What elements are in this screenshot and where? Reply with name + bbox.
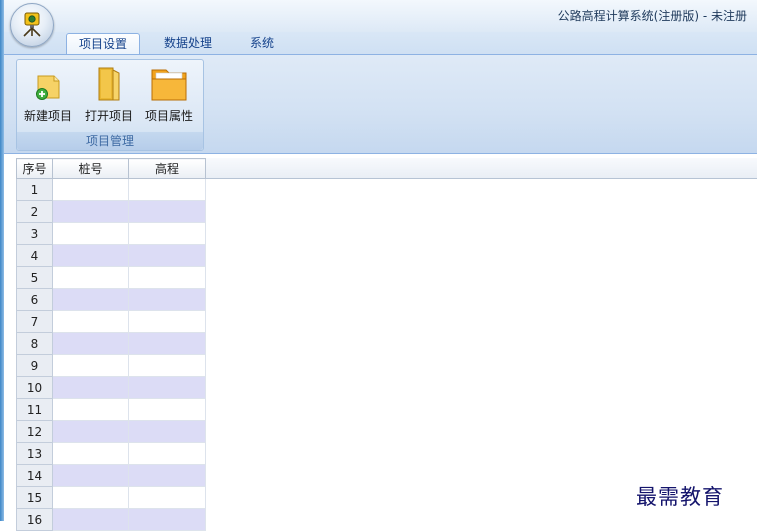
elevation-cell[interactable] — [128, 222, 206, 245]
elevation-cell[interactable] — [128, 266, 206, 289]
table-row[interactable]: 2 — [16, 200, 206, 223]
row-header[interactable]: 11 — [16, 398, 53, 421]
open-project-label: 打开项目 — [84, 109, 133, 123]
table-row[interactable]: 13 — [16, 442, 206, 465]
elevation-cell[interactable] — [128, 332, 206, 355]
table-row[interactable]: 3 — [16, 222, 206, 245]
row-header[interactable]: 1 — [16, 178, 53, 201]
elevation-cell[interactable] — [128, 288, 206, 311]
elevation-cell[interactable] — [128, 376, 206, 399]
ribbon-tab-bar: 项目设置 数据处理 系统 — [4, 32, 757, 55]
table-row[interactable]: 4 — [16, 244, 206, 267]
new-project-icon — [36, 75, 60, 100]
project-properties-label: 项目属性 — [144, 109, 193, 123]
ribbon-panel: 新建项目 打开项目 项目属性 项目管理 — [4, 54, 757, 154]
row-header[interactable]: 6 — [16, 288, 53, 311]
table-row[interactable]: 5 — [16, 266, 206, 289]
open-project-button[interactable]: 打开项目 — [81, 64, 137, 126]
data-grid: 序号 桩号 高程 1 2 3 4 5 6 7 8 9 10 11 12 13 14 15 16 — [16, 158, 757, 531]
table-row[interactable]: 10 — [16, 376, 206, 399]
row-header[interactable]: 14 — [16, 464, 53, 487]
grid-header-filler — [206, 158, 757, 179]
row-header[interactable]: 12 — [16, 420, 53, 443]
row-header[interactable]: 13 — [16, 442, 53, 465]
table-row[interactable]: 1 — [16, 178, 206, 201]
table-row[interactable]: 16 — [16, 508, 206, 531]
station-cell[interactable] — [52, 244, 129, 267]
station-cell[interactable] — [52, 332, 129, 355]
new-project-button[interactable]: 新建项目 — [19, 64, 77, 126]
station-cell[interactable] — [52, 222, 129, 245]
table-row[interactable]: 15 — [16, 486, 206, 509]
station-cell[interactable] — [52, 508, 129, 531]
ribbon-group-project-management: 新建项目 打开项目 项目属性 项目管理 — [16, 59, 204, 151]
elevation-cell[interactable] — [128, 310, 206, 333]
project-properties-button[interactable]: 项目属性 — [139, 64, 199, 126]
new-project-label: 新建项目 — [23, 109, 72, 123]
table-row[interactable]: 12 — [16, 420, 206, 443]
row-header[interactable]: 3 — [16, 222, 53, 245]
elevation-cell[interactable] — [128, 354, 206, 377]
elevation-cell[interactable] — [128, 398, 206, 421]
application-menu-button[interactable] — [10, 3, 54, 47]
station-cell[interactable] — [52, 354, 129, 377]
station-cell[interactable] — [52, 442, 129, 465]
row-header[interactable]: 5 — [16, 266, 53, 289]
tab-project-settings[interactable]: 项目设置 — [66, 33, 141, 55]
station-cell[interactable] — [52, 398, 129, 421]
station-cell[interactable] — [52, 464, 129, 487]
row-header[interactable]: 8 — [16, 332, 53, 355]
surveyor-level-icon — [23, 12, 41, 37]
table-row[interactable]: 6 — [16, 288, 206, 311]
station-cell[interactable] — [52, 420, 129, 443]
project-properties-icon — [151, 69, 187, 101]
column-header-index[interactable]: 序号 — [16, 158, 53, 179]
title-bar: 公路高程计算系统(注册版) - 未注册 — [4, 0, 757, 32]
row-header[interactable]: 4 — [16, 244, 53, 267]
elevation-cell[interactable] — [128, 486, 206, 509]
station-cell[interactable] — [52, 200, 129, 223]
column-header-elevation[interactable]: 高程 — [128, 158, 206, 179]
elevation-cell[interactable] — [128, 200, 206, 223]
station-cell[interactable] — [52, 288, 129, 311]
watermark-text: 最需教育 — [636, 485, 724, 509]
elevation-cell[interactable] — [128, 442, 206, 465]
station-cell[interactable] — [52, 376, 129, 399]
station-cell[interactable] — [52, 266, 129, 289]
table-row[interactable]: 11 — [16, 398, 206, 421]
tab-data-processing[interactable]: 数据处理 — [152, 33, 224, 54]
station-cell[interactable] — [52, 178, 129, 201]
row-header[interactable]: 7 — [16, 310, 53, 333]
table-row[interactable]: 14 — [16, 464, 206, 487]
row-header[interactable]: 2 — [16, 200, 53, 223]
row-header[interactable]: 15 — [16, 486, 53, 509]
station-cell[interactable] — [52, 310, 129, 333]
window-title: 公路高程计算系统(注册版) - 未注册 — [557, 9, 747, 23]
station-cell[interactable] — [52, 486, 129, 509]
elevation-cell[interactable] — [128, 508, 206, 531]
column-header-station[interactable]: 桩号 — [52, 158, 129, 179]
elevation-cell[interactable] — [128, 420, 206, 443]
elevation-cell[interactable] — [128, 244, 206, 267]
elevation-cell[interactable] — [128, 464, 206, 487]
table-body: 1 2 3 4 5 6 7 8 9 10 11 12 13 14 15 16 — [16, 178, 206, 531]
open-project-icon — [98, 67, 120, 101]
table-row[interactable]: 9 — [16, 354, 206, 377]
row-header[interactable]: 16 — [16, 508, 53, 531]
elevation-table: 序号 桩号 高程 1 2 3 4 5 6 7 8 9 10 11 12 13 14 15 16 — [16, 158, 206, 531]
table-row[interactable]: 8 — [16, 332, 206, 355]
ribbon-group-label: 项目管理 — [17, 132, 203, 150]
row-header[interactable]: 9 — [16, 354, 53, 377]
table-row[interactable]: 7 — [16, 310, 206, 333]
tab-system[interactable]: 系统 — [238, 33, 286, 54]
row-header[interactable]: 10 — [16, 376, 53, 399]
elevation-cell[interactable] — [128, 178, 206, 201]
table-header-row: 序号 桩号 高程 — [16, 158, 206, 179]
